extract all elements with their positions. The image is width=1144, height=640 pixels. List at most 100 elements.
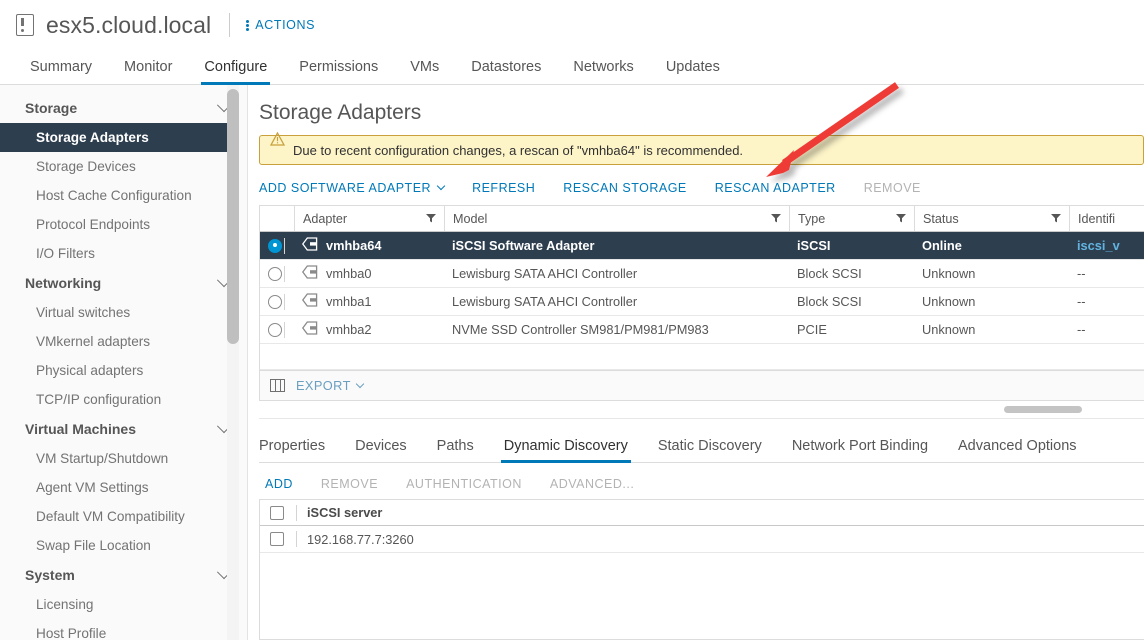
tab-networks[interactable]: Networks (557, 59, 649, 84)
sidebar-item-host-profile[interactable]: Host Profile (0, 619, 247, 640)
row-checkbox-cell[interactable] (260, 532, 294, 546)
sidebar-item-tcpip-configuration[interactable]: TCP/IP configuration (0, 385, 247, 414)
adapter-name: vmhba1 (326, 294, 372, 309)
column-label-type: Type (798, 212, 825, 226)
cell-divider (284, 266, 285, 282)
column-label-identifier: Identifi (1078, 212, 1115, 226)
sidebar-group-virtual-machines[interactable]: Virtual Machines (0, 414, 247, 444)
horizontal-scrollbar-track[interactable] (259, 403, 1144, 419)
body-container: Storage Storage Adapters Storage Devices… (0, 85, 1144, 640)
sidebar-scrollbar-thumb[interactable] (227, 89, 239, 344)
column-header-identifier[interactable]: Identifi (1069, 206, 1144, 231)
table-row[interactable]: vmhba2 NVMe SSD Controller SM981/PM981/P… (260, 316, 1144, 344)
actions-label: ACTIONS (255, 18, 315, 32)
sidebar-group-networking[interactable]: Networking (0, 268, 247, 298)
table-row[interactable]: vmhba0 Lewisburg SATA AHCI Controller Bl… (260, 260, 1144, 288)
tab-permissions[interactable]: Permissions (283, 59, 394, 84)
column-header-iscsi-server: iSCSI server (297, 505, 392, 520)
tab-updates[interactable]: Updates (650, 59, 736, 84)
sidebar-item-host-cache-configuration[interactable]: Host Cache Configuration (0, 181, 247, 210)
row-radio-cell[interactable] (260, 316, 294, 343)
sidebar-item-storage-adapters[interactable]: Storage Adapters (0, 123, 229, 152)
tab-properties[interactable]: Properties (259, 438, 340, 462)
select-all-cell[interactable] (260, 506, 294, 520)
export-button[interactable]: EXPORT (296, 378, 363, 393)
column-header-type[interactable]: Type (789, 206, 914, 231)
adapter-name: vmhba2 (326, 322, 372, 337)
sidebar-item-default-vm-compatibility[interactable]: Default VM Compatibility (0, 502, 247, 531)
cell-status: Unknown (914, 260, 1069, 287)
select-all-checkbox[interactable] (270, 506, 284, 520)
row-radio[interactable] (268, 323, 282, 337)
sidebar-item-agent-vm-settings[interactable]: Agent VM Settings (0, 473, 247, 502)
sidebar-item-storage-devices[interactable]: Storage Devices (0, 152, 247, 181)
add-software-adapter-label: ADD SOFTWARE ADAPTER (259, 181, 431, 195)
cell-model: iSCSI Software Adapter (444, 232, 789, 259)
storage-adapters-table: Adapter Model Type Status Identifi (259, 205, 1144, 401)
row-radio[interactable] (268, 295, 282, 309)
filter-icon[interactable] (426, 212, 436, 226)
sidebar-item-swap-file-location[interactable]: Swap File Location (0, 531, 247, 560)
sidebar-item-licensing[interactable]: Licensing (0, 590, 247, 619)
tab-summary[interactable]: Summary (14, 59, 108, 84)
tab-static-discovery[interactable]: Static Discovery (643, 438, 777, 462)
sidebar-group-label: System (25, 567, 75, 583)
tab-vms[interactable]: VMs (394, 59, 455, 84)
page-title: Storage Adapters (259, 85, 1144, 135)
cell-model: Lewisburg SATA AHCI Controller (444, 288, 789, 315)
horizontal-scrollbar-thumb[interactable] (1004, 406, 1082, 413)
actions-button[interactable]: ACTIONS (246, 18, 315, 32)
add-target-button[interactable]: ADD (265, 477, 293, 491)
row-radio[interactable] (268, 267, 282, 281)
authentication-button: AUTHENTICATION (406, 477, 522, 491)
tab-configure[interactable]: Configure (188, 59, 283, 84)
column-header-adapter[interactable]: Adapter (294, 206, 444, 231)
column-header-status[interactable]: Status (914, 206, 1069, 231)
row-radio-cell[interactable] (260, 288, 294, 315)
row-radio-cell[interactable] (260, 232, 294, 259)
refresh-button[interactable]: REFRESH (472, 181, 535, 195)
column-header-model[interactable]: Model (444, 206, 789, 231)
sidebar-item-physical-adapters[interactable]: Physical adapters (0, 356, 247, 385)
sidebar-item-io-filters[interactable]: I/O Filters (0, 239, 247, 268)
discovery-table-header: iSCSI server (260, 500, 1144, 526)
rescan-adapter-button[interactable]: RESCAN ADAPTER (715, 181, 836, 195)
table-row[interactable]: vmhba64 iSCSI Software Adapter iSCSI Onl… (260, 232, 1144, 260)
cell-iscsi-server: 192.168.77.7:3260 (297, 532, 424, 547)
cell-adapter: vmhba2 (294, 316, 444, 343)
add-software-adapter-button[interactable]: ADD SOFTWARE ADAPTER (259, 181, 444, 195)
main-content: Storage Adapters Due to recent configura… (248, 85, 1144, 640)
filter-icon[interactable] (771, 212, 781, 226)
row-radio-selected[interactable] (268, 239, 282, 253)
cell-type: iSCSI (789, 232, 914, 259)
filter-icon[interactable] (896, 212, 906, 226)
discovery-toolbar: ADD REMOVE AUTHENTICATION ADVANCED... (259, 463, 1144, 499)
tab-datastores[interactable]: Datastores (455, 59, 557, 84)
column-header-select (260, 206, 294, 231)
list-item[interactable]: 192.168.77.7:3260 (260, 526, 1144, 553)
sidebar-item-vmkernel-adapters[interactable]: VMkernel adapters (0, 327, 247, 356)
row-checkbox[interactable] (270, 532, 284, 546)
sidebar-group-system[interactable]: System (0, 560, 247, 590)
advanced-button: ADVANCED... (550, 477, 634, 491)
sidebar-item-protocol-endpoints[interactable]: Protocol Endpoints (0, 210, 247, 239)
host-icon (16, 14, 34, 36)
rescan-storage-button[interactable]: RESCAN STORAGE (563, 181, 686, 195)
tab-dynamic-discovery[interactable]: Dynamic Discovery (489, 438, 643, 462)
filter-icon[interactable] (1051, 212, 1061, 226)
tab-advanced-options[interactable]: Advanced Options (943, 438, 1092, 462)
columns-icon[interactable] (270, 379, 285, 392)
tab-devices[interactable]: Devices (340, 438, 422, 462)
sidebar-group-storage[interactable]: Storage (0, 93, 247, 123)
tab-monitor[interactable]: Monitor (108, 59, 188, 84)
row-radio-cell[interactable] (260, 260, 294, 287)
sidebar-item-vm-startup-shutdown[interactable]: VM Startup/Shutdown (0, 444, 247, 473)
detail-tab-bar: Properties Devices Paths Dynamic Discove… (259, 429, 1144, 463)
sidebar-item-virtual-switches[interactable]: Virtual switches (0, 298, 247, 327)
export-label: EXPORT (296, 378, 351, 393)
column-label-adapter: Adapter (303, 212, 347, 226)
tab-paths[interactable]: Paths (422, 438, 489, 462)
tab-network-port-binding[interactable]: Network Port Binding (777, 438, 943, 462)
header-divider (229, 13, 230, 37)
table-row[interactable]: vmhba1 Lewisburg SATA AHCI Controller Bl… (260, 288, 1144, 316)
